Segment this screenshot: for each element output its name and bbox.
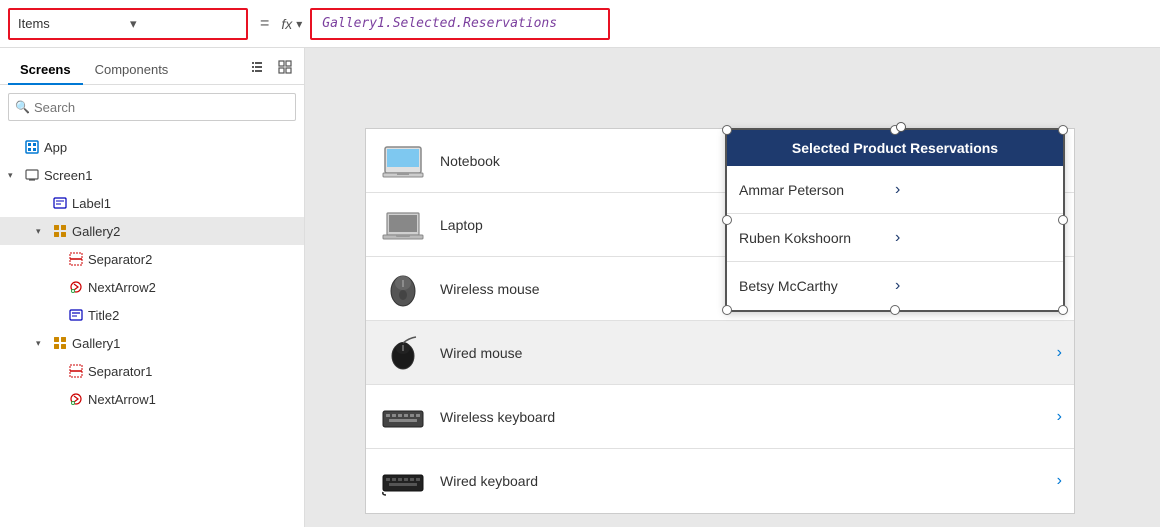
fx-icon: fx [281,16,292,32]
fx-chevron-icon[interactable]: ▾ [296,17,302,31]
search-input[interactable] [34,100,289,115]
wired-keyboard-arrow-icon[interactable]: › [1057,472,1062,490]
handle-tl[interactable] [722,125,732,135]
property-chevron-icon[interactable]: ▾ [130,16,238,32]
tree-label-label1: Label1 [72,196,111,211]
separator1-icon [68,363,84,379]
reservations-panel: Selected Product Reservations Ammar Pete… [725,128,1065,312]
tree-item-title2[interactable]: Title2 [0,301,304,329]
search-box[interactable]: 🔍 [8,93,296,121]
handle-bl[interactable] [722,305,732,315]
tree-label-gallery1: Gallery1 [72,336,120,351]
app-icon [24,139,40,155]
tab-components[interactable]: Components [83,56,181,85]
reservations-header: Selected Product Reservations [727,130,1063,166]
tree-label-app: App [44,140,67,155]
wired-mouse-icon [378,333,428,373]
separator-icon [68,251,84,267]
expand-icon: ▾ [36,226,48,237]
title-icon [68,307,84,323]
tree-label-nextarrow2: NextArrow2 [88,280,156,295]
nextarrow1-icon [68,391,84,407]
nextarrow-icon [68,279,84,295]
tree-item-app[interactable]: App [0,133,304,161]
main-layout: Screens Components [0,48,1160,527]
tree-item-separator1[interactable]: Separator1 [0,357,304,385]
left-panel: Screens Components [0,48,305,527]
handle-bm[interactable] [890,305,900,315]
wired-mouse-arrow-icon[interactable]: › [1057,344,1062,362]
screen-icon [24,167,40,183]
formula-text: Gallery1.Selected.Reservations [322,16,557,31]
gallery-icon [52,223,68,239]
wireless-keyboard-arrow-icon[interactable]: › [1057,408,1062,426]
tree-item-separator2[interactable]: Separator2 [0,245,304,273]
handle-tr[interactable] [1058,125,1068,135]
tree-item-nextarrow1[interactable]: NextArrow1 [0,385,304,413]
tree-item-screen1[interactable]: ▾ Screen1 [0,161,304,189]
fx-bar: fx ▾ [281,16,302,32]
tree-label-separator1: Separator1 [88,364,152,379]
tree-label-separator2: Separator2 [88,252,152,267]
wireless-keyboard-name: Wireless keyboard [440,409,1045,425]
tree-label-screen1: Screen1 [44,168,92,183]
reservation-name-3: Betsy McCarthy [739,278,895,294]
rotate-handle[interactable] [896,122,906,132]
handle-br[interactable] [1058,305,1068,315]
tabs-bar: Screens Components [0,48,304,85]
grid-view-icon[interactable] [274,56,296,78]
reservations-title: Selected Product Reservations [792,140,998,156]
gallery1-icon [52,335,68,351]
handle-ml[interactable] [722,215,732,225]
reservation-name-1: Ammar Peterson [739,182,895,198]
gallery-row-wired-keyboard[interactable]: Wired keyboard › [366,449,1074,513]
wireless-mouse-icon [378,269,428,309]
tree-item-label1[interactable]: Label1 [0,189,304,217]
wired-keyboard-name: Wired keyboard [440,473,1045,489]
tree-label-title2: Title2 [88,308,119,323]
tab-icons [246,56,296,84]
property-selector[interactable]: Items ▾ [8,8,248,40]
tree-label-nextarrow1: NextArrow1 [88,392,156,407]
gallery-row-wired-mouse[interactable]: Wired mouse › [366,321,1074,385]
tree-item-gallery2[interactable]: ▾ Gallery2 [0,217,304,245]
tree-item-nextarrow2[interactable]: NextArrow2 [0,273,304,301]
reservation-name-2: Ruben Kokshoorn [739,230,895,246]
search-icon: 🔍 [15,100,30,114]
label-icon [52,195,68,211]
tree-panel: App ▾ Screen1 [0,129,304,527]
wired-mouse-name: Wired mouse [440,345,1045,361]
reservation-row-1[interactable]: Ammar Peterson › [727,166,1063,214]
reservation-arrow-1-icon[interactable]: › [895,181,1051,199]
notebook-icon [378,141,428,181]
reservation-arrow-3-icon[interactable]: › [895,277,1051,295]
wireless-keyboard-icon [378,397,428,437]
tree-label-gallery2: Gallery2 [72,224,120,239]
canvas-area: Notebook › Laptop › [305,48,1160,527]
expand-icon: ▾ [36,338,48,349]
gallery-row-wireless-keyboard[interactable]: Wireless keyboard › [366,385,1074,449]
tree-item-gallery1[interactable]: ▾ Gallery1 [0,329,304,357]
equals-sign: = [256,15,273,33]
list-view-icon[interactable] [246,56,268,78]
top-bar: Items ▾ = fx ▾ Gallery1.Selected.Reserva… [0,0,1160,48]
wired-keyboard-icon [378,461,428,501]
laptop-icon [378,205,428,245]
formula-box[interactable]: Gallery1.Selected.Reservations [310,8,610,40]
reservation-arrow-2-icon[interactable]: › [895,229,1051,247]
expand-icon: ▾ [8,170,20,181]
reservation-row-2[interactable]: Ruben Kokshoorn › [727,214,1063,262]
reservation-row-3[interactable]: Betsy McCarthy › [727,262,1063,310]
tab-screens[interactable]: Screens [8,56,83,85]
handle-mr[interactable] [1058,215,1068,225]
property-name: Items [18,16,126,31]
